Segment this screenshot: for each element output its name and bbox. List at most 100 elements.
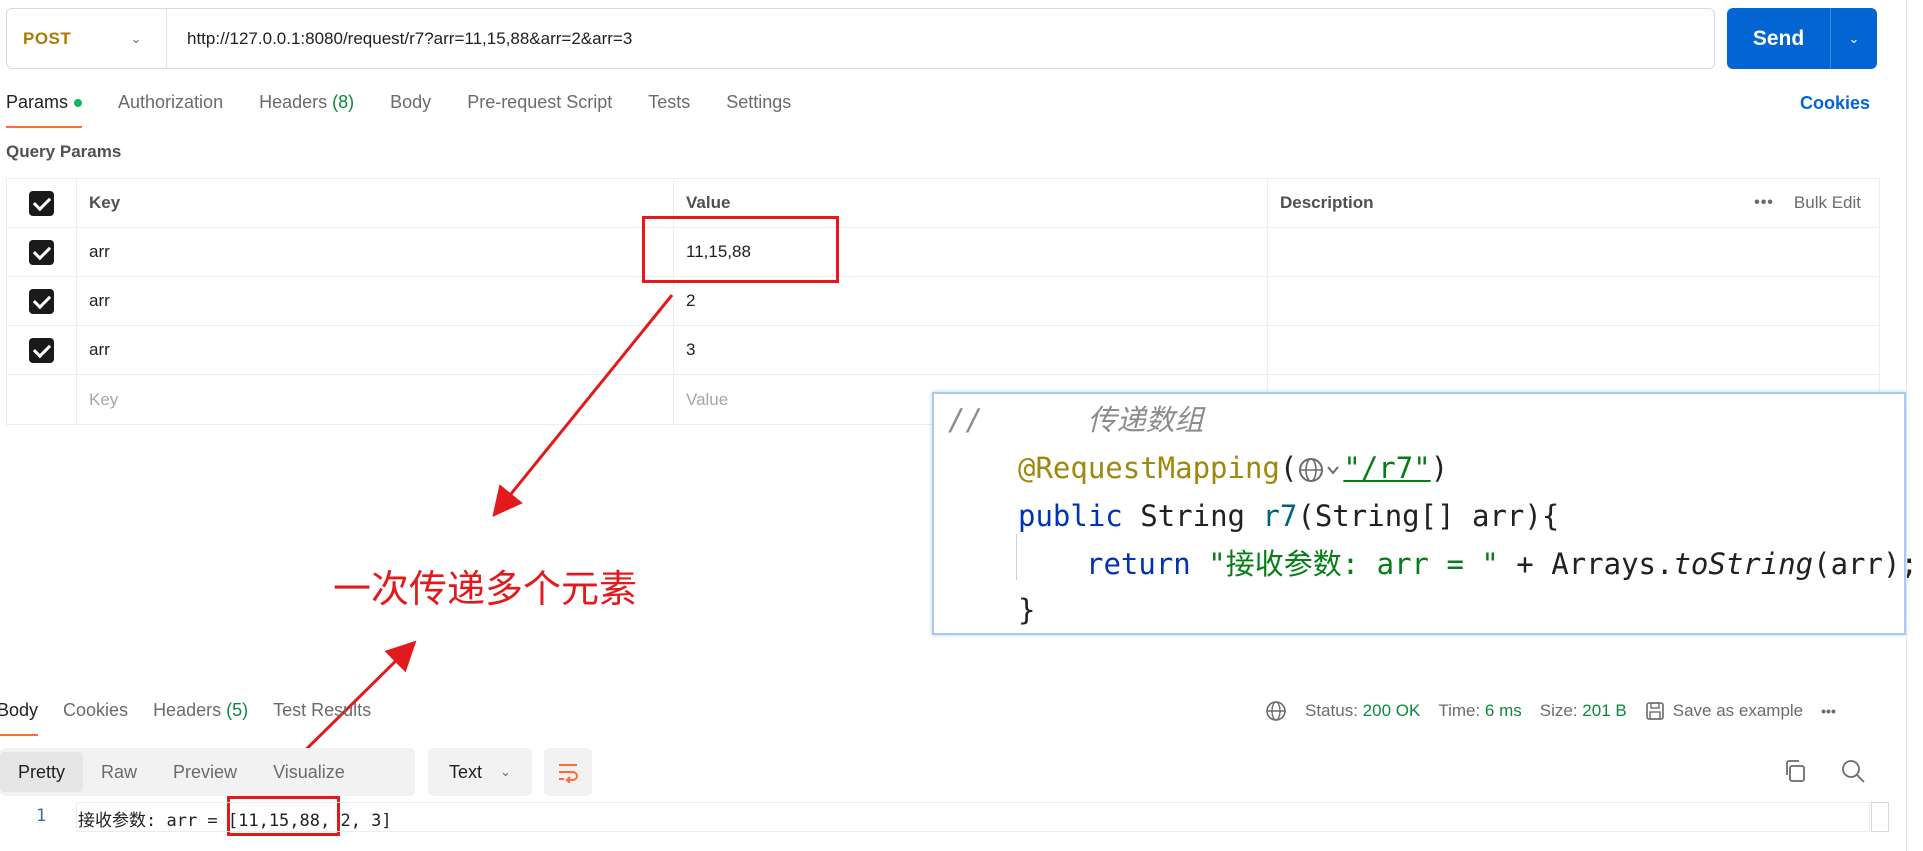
params-active-dot-icon: [74, 99, 83, 108]
status-info[interactable]: Status: 200 OK: [1305, 701, 1420, 721]
code-method-name: r7: [1262, 499, 1298, 533]
code-call-end: (arr);: [1813, 547, 1918, 581]
row-checkbox[interactable]: [29, 239, 54, 265]
send-dropdown-chevron-icon[interactable]: ⌄: [1831, 8, 1877, 69]
new-key-input[interactable]: Key: [77, 375, 674, 424]
param-description[interactable]: [1268, 277, 1879, 325]
chevron-down-icon: ⌄: [130, 30, 142, 46]
code-annotation: @RequestMapping: [1018, 451, 1280, 485]
param-value[interactable]: 3: [674, 326, 1268, 374]
tab-response-cookies[interactable]: Cookies: [63, 700, 128, 736]
response-tabs: Body Cookies Headers (5) Test Results: [0, 700, 396, 736]
tab-label: Authorization: [118, 92, 224, 112]
tab-response-headers[interactable]: Headers (5): [153, 700, 248, 736]
send-label[interactable]: Send: [1727, 8, 1831, 69]
code-line-mapping: @RequestMapping("/r7"): [1018, 451, 1449, 485]
table-row: arr 3: [7, 326, 1879, 375]
tab-body[interactable]: Body: [390, 92, 431, 128]
tab-label: Headers: [259, 92, 328, 112]
code-arrays: Arrays.: [1551, 547, 1674, 581]
response-text: 接收参数: arr = [11,15,88, 2, 3]: [78, 811, 392, 831]
header-key: Key: [77, 179, 674, 227]
response-more-icon[interactable]: •••: [1821, 703, 1836, 719]
format-label: Text: [449, 761, 483, 782]
code-return-string: "接收参数: arr = ": [1208, 547, 1499, 581]
row-checkbox-cell: [7, 326, 77, 374]
save-as-example-label: Save as example: [1672, 701, 1804, 720]
url-input[interactable]: http://127.0.0.1:8080/request/r7?arr=11,…: [167, 29, 632, 49]
save-icon: [1645, 702, 1664, 720]
bulk-edit-group: ••• Bulk Edit: [1754, 193, 1861, 213]
tab-params[interactable]: Params: [6, 92, 83, 128]
time-value: 6 ms: [1484, 701, 1522, 720]
code-comment: // 传递数组: [948, 403, 1204, 437]
save-as-example-button[interactable]: Save as example: [1645, 701, 1803, 721]
code-snippet: // 传递数组 @RequestMapping("/r7") public St…: [932, 392, 1918, 635]
tab-response-body[interactable]: Body: [0, 700, 39, 736]
cookies-link[interactable]: Cookies: [1800, 93, 1870, 114]
wrap-lines-icon: [559, 764, 578, 783]
tab-pre-request-script[interactable]: Pre-request Script: [467, 92, 612, 128]
tab-headers[interactable]: Headers (8): [259, 92, 354, 128]
tab-label: Params: [6, 92, 69, 112]
code-plus: +: [1498, 547, 1552, 581]
highlight-box-value: [642, 216, 839, 283]
response-body[interactable]: 1 接收参数: arr = [11,15,88, 2, 3]: [0, 802, 1900, 832]
tab-count: (8): [332, 92, 355, 112]
horizontal-scrollbar[interactable]: [1871, 802, 1889, 832]
table-header-row: Key Value Description ••• Bulk Edit: [7, 179, 1879, 228]
param-value[interactable]: 2: [674, 277, 1268, 325]
search-icon[interactable]: [1840, 758, 1866, 784]
header-checkbox-cell: [7, 179, 77, 227]
row-checkbox[interactable]: [29, 337, 54, 363]
param-description[interactable]: [1268, 228, 1879, 276]
method-select[interactable]: POST ⌄: [7, 9, 167, 68]
param-description[interactable]: [1268, 326, 1879, 374]
row-checkbox-cell: [7, 228, 77, 276]
view-preview[interactable]: Preview: [155, 752, 255, 792]
code-close-brace: }: [1018, 593, 1036, 627]
tab-label: Test Results: [273, 700, 372, 720]
wrap-lines-button[interactable]: [544, 748, 592, 796]
vertical-scrollbar[interactable]: [1906, 0, 1907, 851]
size-info[interactable]: Size: 201 B: [1540, 701, 1627, 721]
send-button[interactable]: Send ⌄: [1727, 8, 1877, 69]
tab-label: Settings: [726, 92, 792, 112]
tab-settings[interactable]: Settings: [726, 92, 791, 128]
tab-count: (5): [226, 700, 249, 720]
row-checkbox-cell: [7, 375, 77, 424]
tab-label: Headers: [153, 700, 222, 720]
tab-authorization[interactable]: Authorization: [118, 92, 223, 128]
more-options-icon[interactable]: •••: [1754, 194, 1774, 212]
table-row: arr 11,15,88: [7, 228, 1879, 277]
param-key[interactable]: arr: [77, 277, 674, 325]
view-raw[interactable]: Raw: [83, 752, 155, 792]
param-key[interactable]: arr: [77, 228, 674, 276]
annotation-text: 一次传递多个元素: [333, 567, 638, 611]
code-kw-public: public: [1018, 499, 1123, 533]
tab-label: Tests: [648, 92, 691, 112]
status-value: 200 OK: [1362, 701, 1421, 720]
size-label: Size:: [1539, 701, 1578, 720]
line-number: 1: [36, 806, 47, 826]
copy-icon[interactable]: [1782, 758, 1808, 784]
globe-icon[interactable]: [1265, 700, 1287, 722]
view-pretty[interactable]: Pretty: [0, 752, 84, 792]
view-visualize[interactable]: Visualize: [255, 752, 363, 792]
tab-tests[interactable]: Tests: [648, 92, 690, 128]
size-value: 201 B: [1582, 701, 1627, 720]
bulk-edit-button[interactable]: Bulk Edit: [1794, 193, 1861, 213]
format-select[interactable]: Text ⌄: [428, 748, 532, 796]
row-checkbox[interactable]: [29, 288, 54, 314]
row-checkbox-cell: [7, 277, 77, 325]
tab-test-results[interactable]: Test Results: [273, 700, 371, 736]
method-label: POST: [23, 28, 72, 48]
table-row: arr 2: [7, 277, 1879, 326]
query-params-title: Query Params: [6, 142, 122, 161]
select-all-checkbox[interactable]: [29, 190, 54, 216]
param-key[interactable]: arr: [77, 326, 674, 374]
code-tostring: toString: [1673, 547, 1814, 581]
chevron-down-icon: ⌄: [500, 764, 511, 779]
code-line-return: return "接收参数: arr = " + Arrays.toString(…: [1086, 544, 1918, 584]
time-info[interactable]: Time: 6 ms: [1438, 701, 1521, 721]
